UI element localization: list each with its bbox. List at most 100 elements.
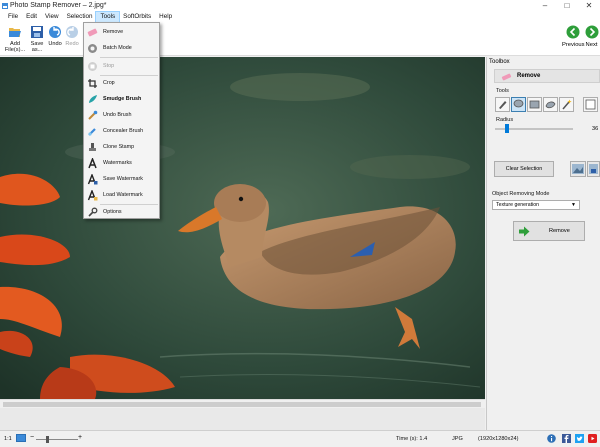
load-watermark-icon [87,190,98,201]
rect-select-icon [529,100,540,109]
redo-icon [66,26,78,38]
image-canvas[interactable] [0,57,485,399]
menu-item-save-watermark[interactable]: Save Watermark [84,172,159,186]
menu-item-crop[interactable]: Crop [84,76,159,90]
zoom-slider-thumb[interactable] [46,436,49,443]
concealer-brush-icon [88,128,96,136]
menu-file[interactable]: File [4,12,22,22]
add-files-button[interactable]: Add File(s)... [4,24,26,53]
menu-help[interactable]: Help [155,12,176,22]
minimize-button[interactable]: – [534,0,556,12]
toolbox-title: Toolbox [489,59,510,65]
toolbox-panel: Toolbox Remove Tools Radius 36 Clear Sel… [486,57,600,430]
save-icon [31,26,43,38]
app-icon [2,3,8,9]
undo-icon [49,26,61,38]
menu-item-remove[interactable]: Remove [84,25,159,39]
menu-item-concealer-brush[interactable]: Concealer Brush [84,124,159,138]
wrench-icon [88,207,98,217]
remove-button[interactable]: Remove [513,221,585,241]
tool-lasso[interactable] [511,97,526,112]
image-save-icon [589,164,598,174]
tool-clear[interactable] [583,97,598,112]
undo-brush-icon [88,110,98,120]
facebook-icon[interactable] [562,434,571,443]
zoom-out-icon[interactable]: − [30,434,34,441]
marker-icon [545,101,556,109]
image-dimensions: (1920x1280x24) [478,436,519,442]
scrollbar-thumb[interactable] [3,402,481,407]
radius-label: Radius [496,117,514,123]
save-watermark-icon [87,174,98,185]
arrow-right-icon [585,25,598,39]
mode-label: Object Removing Mode [492,191,550,197]
eraser-icon [501,73,512,81]
menu-item-smudge-brush[interactable]: Smudge Brush [84,92,159,106]
title-bar: Photo Stamp Remover – 2.jpg* – □ ✕ [0,0,600,12]
clear-selection-button[interactable]: Clear Selection [494,161,554,177]
menu-item-options[interactable]: Options [84,205,159,219]
radius-slider-thumb[interactable] [504,124,509,133]
menu-item-load-watermark[interactable]: Load Watermark [84,188,159,202]
canvas-footer [0,408,485,430]
chevron-down-icon: ▼ [571,202,576,208]
menu-edit[interactable]: Edit [22,12,41,22]
zoom-ratio: 1:1 [4,436,12,442]
twitter-icon[interactable] [575,434,584,443]
maximize-button[interactable]: □ [556,0,578,12]
previous-label: Previous [562,42,585,48]
smudge-brush-icon [89,95,97,103]
window-title: Photo Stamp Remover – 2.jpg* [10,2,107,9]
clone-stamp-icon [89,143,96,151]
menu-item-batch-mode[interactable]: Batch Mode [84,41,159,55]
watermark-icon [88,158,97,169]
processing-time: Time (s): 1.4 [396,436,428,442]
folder-open-icon [9,28,21,37]
next-button[interactable]: Next [583,24,600,48]
redo-button[interactable]: Redo [61,24,83,47]
lasso-icon [513,99,524,108]
menu-view[interactable]: View [41,12,63,22]
horizontal-scrollbar[interactable] [0,399,485,408]
save-mask-button[interactable] [587,161,600,177]
previous-button[interactable]: Previous [562,24,585,48]
menu-selection[interactable]: Selection [63,12,97,22]
fit-window-button[interactable] [16,434,26,442]
status-bar: 1:1 − + Time (s): 1.4 JPG (1920x1280x24) [0,430,600,447]
close-button[interactable]: ✕ [578,0,600,12]
redo-label: Redo [65,41,79,47]
image-format: JPG [452,436,463,442]
open-mask-button[interactable] [570,161,586,177]
tool-marker[interactable] [543,97,558,112]
toolbox-section-label: Remove [517,73,541,79]
menu-item-stop[interactable]: Stop [84,59,159,73]
crop-icon [88,79,97,88]
close-selection-icon [585,99,596,110]
tool-rect-select[interactable] [527,97,542,112]
tool-pencil[interactable] [495,97,510,112]
save-as-label: Save as... [30,41,44,53]
menu-softorbits[interactable]: SoftOrbits [119,12,155,22]
duck-photo [0,57,485,399]
youtube-icon[interactable] [588,434,597,443]
toolbox-section-header[interactable]: Remove [494,69,600,83]
eraser-icon [87,28,98,37]
next-label: Next [585,42,598,48]
menu-item-undo-brush[interactable]: Undo Brush [84,108,159,122]
radius-value: 36 [592,126,599,132]
add-files-label: Add File(s)... [4,41,26,53]
arrow-left-icon [566,25,580,39]
undo-label: Undo [48,41,62,47]
menu-tools[interactable]: Tools [95,11,121,23]
arrow-right-icon [519,226,530,237]
magic-wand-icon [562,99,572,110]
tools-menu: Remove Batch Mode Stop Crop Smudge Brush… [83,22,160,219]
menu-item-watermarks[interactable]: Watermarks [84,156,159,170]
zoom-slider[interactable] [36,439,78,440]
mode-select[interactable]: Texture generation ▼ [492,200,580,210]
tool-magic-wand[interactable] [559,97,574,112]
zoom-in-icon[interactable]: + [78,434,82,441]
info-icon[interactable] [547,434,556,443]
menu-item-clone-stamp[interactable]: Clone Stamp [84,140,159,154]
tools-label: Tools [496,88,509,94]
